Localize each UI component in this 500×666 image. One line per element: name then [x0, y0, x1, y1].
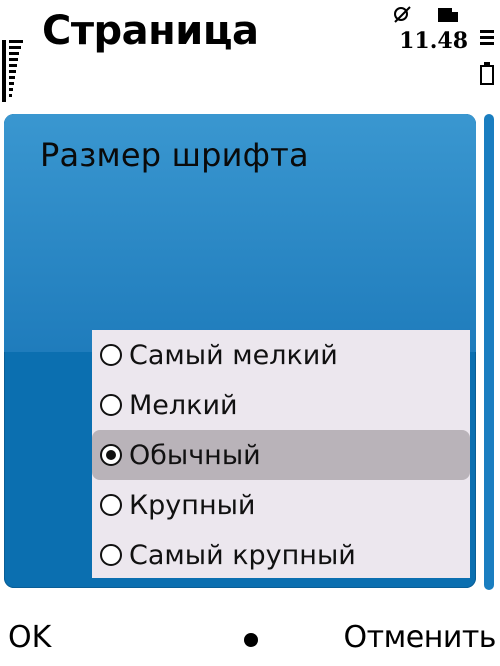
radio-unchecked-icon[interactable] [100, 394, 122, 416]
softkey-bar: OK Отменить [0, 606, 500, 666]
font-size-options-list: Самый мелкий Мелкий Обычный Крупный Самый кр… [92, 330, 470, 578]
radio-unchecked-icon[interactable] [100, 344, 122, 366]
center-softkey-dot-icon[interactable] [244, 633, 258, 647]
battery-icon [480, 30, 494, 85]
cancel-softkey[interactable]: Отменить [344, 620, 497, 655]
list-item[interactable]: Самый мелкий [92, 330, 470, 380]
option-label: Мелкий [129, 389, 238, 421]
status-area: 11.48 [380, 0, 500, 110]
ok-softkey[interactable]: OK [8, 620, 51, 655]
option-label: Самый крупный [129, 539, 356, 571]
scrollbar[interactable] [484, 114, 494, 590]
list-item[interactable]: Самый крупный [92, 530, 470, 580]
radio-unchecked-icon[interactable] [100, 494, 122, 516]
clock: 11.48 [399, 28, 468, 54]
option-label: Обычный [129, 439, 261, 471]
page-title: Страница [42, 8, 259, 54]
dialog-title: Размер шрифта [40, 136, 309, 174]
signal-strength-icon [2, 40, 23, 102]
radio-unchecked-icon[interactable] [100, 544, 122, 566]
network-icon [438, 8, 458, 22]
list-item[interactable]: Крупный [92, 480, 470, 530]
option-label: Самый мелкий [129, 339, 338, 371]
list-item[interactable]: Обычный [92, 430, 470, 480]
radio-checked-icon[interactable] [100, 444, 122, 466]
alarm-icon [394, 6, 411, 23]
option-label: Крупный [129, 489, 256, 521]
list-item[interactable]: Мелкий [92, 380, 470, 430]
